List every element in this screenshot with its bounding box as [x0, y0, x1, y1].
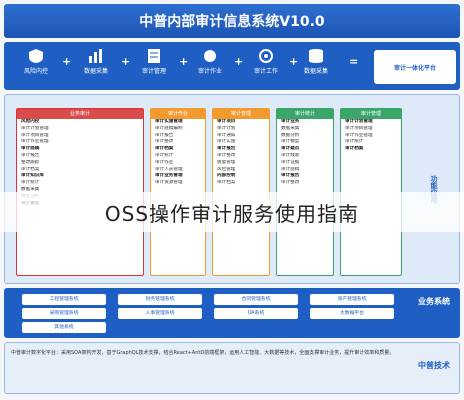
panel-item: 审计作业 — [155, 159, 174, 165]
footer-label: 中普技术 — [418, 361, 450, 370]
platform-label: 审计一体化平台 — [374, 50, 456, 84]
panel-item: 审计模型 — [281, 139, 300, 145]
panel-item: 审计底稿 — [21, 146, 40, 152]
doc-icon — [148, 49, 160, 63]
panel-item: 审计档案 — [155, 146, 174, 152]
panel-item: 审计作业管理 — [345, 132, 373, 138]
panel-item: 审计整改 — [217, 152, 236, 158]
panel-item: 审计底稿编制 — [155, 125, 183, 131]
page-title: 中普内部审计信息系统V10.0 — [4, 4, 460, 38]
panel-head: 审计管理 — [341, 109, 401, 119]
panel-item: 审计统计 — [155, 152, 174, 158]
panel-item: 数据采集 — [281, 125, 300, 131]
system-button[interactable]: 人事管理系统 — [118, 308, 202, 319]
panel-item: 审计实施 — [217, 139, 236, 145]
sys-label: 业务系统 — [418, 297, 450, 306]
panel-item: 审计报告 — [281, 173, 300, 179]
panel-item: 审计业务管理 — [155, 173, 183, 179]
panel-head: 审计管理 — [213, 109, 269, 119]
panel-item: 审计项目管理 — [21, 132, 49, 138]
panel-item: 审计业务 — [281, 119, 300, 124]
footer-panel: 中普审计数字化平台：采用SOA架构开发，基于GraphQL技术支撑，结合Reac… — [4, 342, 460, 394]
overlay-caption: OSS操作审计服务使用指南 — [0, 192, 464, 232]
panel-item: 审计整改 — [281, 180, 300, 186]
page: 中普内部审计信息系统V10.0 风险内控 + 数据采集 + 审计管理 + 审计作… — [0, 0, 464, 400]
panel-item: 审计线索 — [281, 152, 300, 158]
module-label: 数据采集 — [303, 68, 328, 75]
shield-icon — [29, 49, 43, 63]
module-label: 风险内控 — [23, 68, 48, 75]
panel-item: 审计档案 — [21, 166, 40, 172]
panel-item: 审计项目 — [217, 119, 236, 124]
panel-item: 审计人员管理 — [155, 166, 183, 172]
panel-head: 业务审计 — [17, 109, 143, 119]
panel-item: 审计报告 — [155, 132, 174, 138]
panel-item: 审计项目管理 — [345, 125, 373, 131]
panel-item: 审计统计 — [345, 139, 364, 145]
system-button[interactable]: 工程管理系统 — [22, 294, 106, 305]
panel-item: 内部控制 — [217, 173, 236, 179]
panel-item: 审计档案 — [345, 146, 364, 152]
panel-head: 审计统计 — [277, 109, 333, 119]
module-label: 审计工作 — [253, 68, 278, 75]
panel-item: 数据分析 — [281, 132, 300, 138]
system-button[interactable]: OA系统 — [214, 308, 298, 319]
module-label: 审计作业 — [197, 68, 222, 75]
panel-item: 审计证据 — [281, 159, 300, 165]
chart-icon — [89, 49, 102, 63]
side-label: 功能应用 — [430, 175, 438, 203]
panel-item: 审计整改 — [155, 139, 174, 145]
panel-item: 审计统计 — [21, 180, 40, 186]
panel-item: 整改跟踪 — [21, 159, 40, 165]
panel-item: 审计计划管理 — [21, 125, 49, 131]
panel-item: 风险内控 — [21, 119, 40, 124]
system-button[interactable]: 财务管理系统 — [118, 294, 202, 305]
panel-item: 审计疑点 — [281, 146, 300, 152]
top-module-band: 风险内控 + 数据采集 + 审计管理 + 审计作业 + 审计工作 + 数据采集 … — [4, 42, 460, 90]
system-button[interactable]: 资产管理系统 — [310, 294, 394, 305]
system-button[interactable]: 采购管理系统 — [22, 308, 106, 319]
system-button[interactable]: 大数据平台 — [310, 308, 394, 319]
panel-item: 风险管理 — [217, 166, 236, 172]
panel-item: 审计计划管理 — [345, 119, 373, 124]
panel-item: 质量管理 — [217, 159, 236, 165]
system-button[interactable]: 其他系统 — [22, 322, 106, 333]
module-label: 数据采集 — [83, 68, 108, 75]
footer-text: 中普审计数字化平台：采用SOA架构开发，基于GraphQL技术支撑，结合Reac… — [11, 350, 395, 356]
panel-item: 审计知识库 — [21, 173, 44, 179]
panel-item: 审计计划 — [217, 125, 236, 131]
panel-item: 审计底稿 — [281, 166, 300, 172]
gear-icon — [259, 49, 273, 63]
panel-item: 审计实施管理 — [155, 119, 183, 124]
panel-head: 审计作业 — [151, 109, 205, 119]
panel-item: 审计资源管理 — [155, 180, 183, 186]
panel-item: 审计档案 — [217, 180, 236, 186]
hand-icon — [204, 50, 216, 62]
panel-item: 审计报告 — [217, 146, 236, 152]
system-button[interactable]: 合同管理系统 — [214, 294, 298, 305]
panel-item: 审计通知 — [217, 132, 236, 138]
panel-item: 审计作业管理 — [21, 139, 49, 145]
panel-item: 审计报告 — [21, 152, 40, 158]
module-label: 审计管理 — [141, 68, 166, 75]
database-icon — [309, 49, 323, 63]
